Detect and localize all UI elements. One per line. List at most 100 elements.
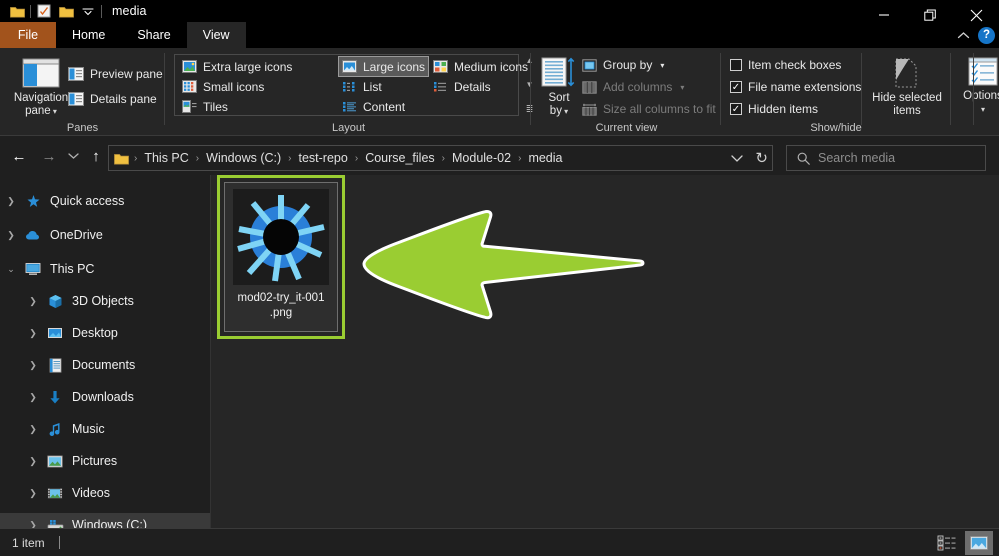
breadcrumb-right-controls: ↻ <box>731 146 768 170</box>
folder-icon[interactable] <box>6 1 28 21</box>
chevron-down-icon[interactable]: ⌄ <box>0 264 22 275</box>
up-button[interactable]: ↑ <box>85 145 107 167</box>
sidebar-item-label: OneDrive <box>50 228 103 242</box>
sidebar-item-label: Music <box>72 422 105 436</box>
sort-by-button[interactable]: Sort by ▾ <box>535 52 583 118</box>
layout-option-details[interactable]: Details <box>430 77 494 96</box>
preview-pane-button[interactable]: Preview pane <box>68 64 163 84</box>
properties-icon[interactable] <box>33 1 55 21</box>
back-button[interactable]: ← <box>8 145 30 167</box>
search-box[interactable]: Search media <box>786 145 986 171</box>
hidden-items-checkbox[interactable]: ✓ <box>730 103 742 115</box>
breadcrumb-item-course-files[interactable]: Course_files <box>363 151 436 165</box>
item-check-boxes-checkbox[interactable] <box>730 59 742 71</box>
group-by-button[interactable]: Group by ▾ <box>582 55 664 75</box>
sidebar-item-pictures[interactable]: ❯ Pictures <box>0 449 210 473</box>
new-folder-icon[interactable] <box>55 1 77 21</box>
collapse-ribbon-icon[interactable] <box>952 31 974 40</box>
chevron-down-icon[interactable] <box>731 154 744 163</box>
chevron-right-icon[interactable]: ❯ <box>22 360 44 371</box>
layout-option-large-icons[interactable]: Large icons <box>337 56 430 77</box>
help-icon[interactable]: ? <box>978 26 995 44</box>
options-caret[interactable]: ▾ <box>981 105 985 114</box>
layout-option-medium-icons[interactable]: Medium icons <box>430 57 531 76</box>
sidebar-item-quick-access[interactable]: ❯ Quick access <box>0 189 210 213</box>
medium-icons-icon <box>433 60 448 73</box>
sidebar-item-label: Windows (C:) <box>72 518 148 528</box>
customize-dropdown-icon[interactable] <box>77 1 99 21</box>
sidebar-item-this-pc[interactable]: ⌄ This PC <box>0 257 210 281</box>
ribbon-divider-showhide-inner <box>861 53 862 125</box>
layout-option-extra-large-icons[interactable]: Extra large icons <box>179 57 295 76</box>
size-all-columns-button[interactable]: Size all columns to fit <box>582 99 716 119</box>
file-item[interactable]: mod02-try_it-001 .png <box>217 175 345 339</box>
navigation-pane-caret[interactable]: ▾ <box>51 107 57 116</box>
layout-option-tiles[interactable]: Tiles <box>179 97 231 116</box>
hide-selected-items-icon <box>895 58 917 88</box>
item-check-boxes-option[interactable]: Item check boxes <box>730 55 841 75</box>
chevron-right-icon[interactable]: ❯ <box>22 424 44 435</box>
sidebar-item-documents[interactable]: ❯ Documents <box>0 353 210 377</box>
tab-share[interactable]: Share <box>121 22 186 48</box>
navigation-pane-button[interactable]: Navigation pane ▾ <box>6 52 76 118</box>
sort-by-caret[interactable]: ▾ <box>562 107 568 116</box>
hidden-items-option[interactable]: ✓ Hidden items <box>730 99 818 119</box>
chevron-right-icon[interactable]: ❯ <box>0 230 22 241</box>
search-icon <box>797 152 810 165</box>
sort-by-label-line1: Sort <box>548 92 570 104</box>
breadcrumb-item-windows-c[interactable]: Windows (C:) <box>204 151 283 165</box>
refresh-icon[interactable]: ↻ <box>755 149 768 167</box>
ribbon-group-layout: Extra large icons Large icons Medium ico… <box>166 48 533 136</box>
sidebar-item-label: Quick access <box>50 194 125 208</box>
chevron-right-icon[interactable]: ❯ <box>22 456 44 467</box>
list-icon <box>343 82 355 92</box>
size-columns-icon <box>582 103 597 116</box>
add-columns-caret[interactable]: ▾ <box>680 83 684 92</box>
chevron-right-icon[interactable]: ❯ <box>22 488 44 499</box>
chevron-right-icon[interactable]: ❯ <box>22 392 44 403</box>
breadcrumb-item-this-pc[interactable]: This PC <box>142 151 190 165</box>
ribbon-divider-current-view <box>720 53 721 125</box>
recent-locations-button[interactable] <box>62 145 84 167</box>
tab-view[interactable]: View <box>186 22 246 48</box>
layout-option-small-icons[interactable]: Small icons <box>179 77 267 96</box>
tab-home[interactable]: Home <box>56 22 121 48</box>
chevron-right-icon[interactable]: ❯ <box>22 296 44 307</box>
file-name-extensions-option[interactable]: ✓ File name extensions <box>730 77 861 97</box>
tab-file[interactable]: File <box>0 22 56 48</box>
navigation-pane-icon <box>22 58 60 88</box>
layout-option-label: Details <box>454 79 491 94</box>
hide-selected-items-button[interactable]: Hide selected items <box>866 52 948 118</box>
sidebar-item-label: Pictures <box>72 454 118 468</box>
sidebar-item-music[interactable]: ❯ Music <box>0 417 210 441</box>
sidebar-item-windows-c[interactable]: ❯ Windows (C:) <box>0 513 210 528</box>
file-list-view[interactable]: mod02-try_it-001 .png <box>211 175 999 528</box>
options-label: Options <box>963 90 999 102</box>
ribbon-group-panes: Navigation pane ▾ Preview pane Details p… <box>0 48 165 136</box>
file-name-extensions-label: File name extensions <box>748 80 862 94</box>
chevron-right-icon[interactable]: ❯ <box>22 328 44 339</box>
sidebar-item-onedrive[interactable]: ❯ OneDrive <box>0 223 210 247</box>
search-input[interactable]: Search media <box>818 151 895 165</box>
breadcrumb-item-test-repo[interactable]: test-repo <box>297 151 350 165</box>
group-by-caret[interactable]: ▾ <box>660 61 664 70</box>
details-view-button[interactable] <box>933 531 961 555</box>
chevron-right-icon[interactable]: ❯ <box>22 520 44 529</box>
sidebar-item-downloads[interactable]: ❯ Downloads <box>0 385 210 409</box>
breadcrumb[interactable]: › This PC › Windows (C:) › test-repo › C… <box>108 145 773 171</box>
breadcrumb-item-media[interactable]: media <box>526 151 564 165</box>
layout-option-list[interactable]: List <box>339 77 385 96</box>
forward-button[interactable]: → <box>38 145 60 167</box>
breadcrumb-item-module-02[interactable]: Module-02 <box>450 151 513 165</box>
sidebar-item-desktop[interactable]: ❯ Desktop <box>0 321 210 345</box>
sidebar-item-videos[interactable]: ❯ Videos <box>0 481 210 505</box>
file-name-extensions-checkbox[interactable]: ✓ <box>730 81 742 93</box>
options-button[interactable]: Options ▾ <box>954 52 999 116</box>
sidebar-item-3d-objects[interactable]: ❯ 3D Objects <box>0 289 210 313</box>
layout-option-content[interactable]: Content <box>339 97 408 116</box>
chevron-right-icon[interactable]: ❯ <box>0 196 22 207</box>
add-columns-button[interactable]: Add columns ▾ <box>582 77 684 97</box>
details-pane-button[interactable]: Details pane <box>68 89 157 109</box>
navigation-pane-label-line1: Navigation <box>13 92 69 104</box>
large-icons-view-button[interactable] <box>965 531 993 555</box>
